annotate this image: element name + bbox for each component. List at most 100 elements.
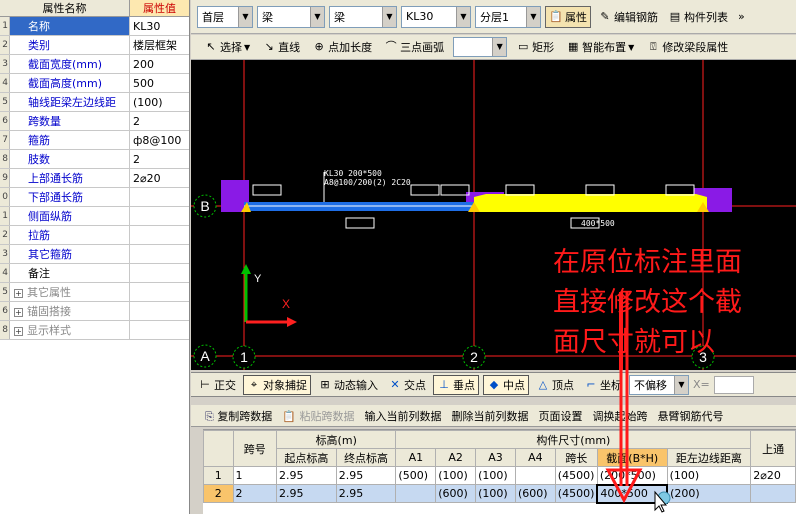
property-value[interactable] (130, 302, 189, 320)
row-number[interactable]: 1 (203, 466, 234, 485)
paste-span-data-button[interactable]: 📋 粘贴跨数据 (282, 408, 354, 424)
component-subtype-select[interactable]: 梁 ▼ (329, 5, 397, 28)
property-value[interactable]: KL30 (130, 17, 189, 35)
annotation-box[interactable] (440, 184, 470, 196)
cantilever-code-button[interactable]: 悬臂钢筋代号 (658, 408, 724, 424)
property-button[interactable]: 📋 属性 (545, 5, 591, 28)
cell-section[interactable]: (200*500) (596, 466, 668, 485)
property-row[interactable]: 3 其它箍筋 (0, 245, 189, 264)
component-list-button[interactable]: ▤ 构件列表 (665, 6, 731, 28)
member-select[interactable]: KL30 ▼ (401, 5, 471, 28)
cell-a2[interactable]: (600) (435, 484, 477, 503)
arc-button[interactable]: ⌒ 三点画弧 (381, 36, 447, 58)
point-length-button[interactable]: ⊕ 点加长度 (309, 36, 375, 58)
cell-a1[interactable] (395, 484, 437, 503)
property-row[interactable]: 1 名称 KL30 (0, 17, 189, 36)
table-row[interactable]: 1 1 2.95 2.95 (500) (100) (100) (4500) (… (203, 466, 796, 485)
cell-start-elev[interactable]: 2.95 (276, 466, 337, 485)
snap-vertex[interactable]: △ 顶点 (533, 375, 577, 395)
layer-select[interactable]: 分层1 ▼ (475, 5, 541, 28)
cell-a1[interactable]: (500) (395, 466, 437, 485)
property-value[interactable] (130, 226, 189, 244)
dynamic-input-toggle[interactable]: ⊞ 动态输入 (315, 375, 381, 395)
floor-select[interactable]: 首层 ▼ (197, 5, 253, 28)
property-row[interactable]: 2 类别 楼层框架 (0, 36, 189, 55)
property-row[interactable]: 5 轴线距梁左边线距 (100) (0, 93, 189, 112)
delete-column-button[interactable]: 删除当前列数据 (452, 408, 529, 424)
property-value[interactable] (130, 321, 189, 339)
toolbar-overflow-button[interactable]: » (735, 6, 748, 28)
property-row[interactable]: 7 箍筋 ф8@100 (0, 131, 189, 150)
property-value[interactable]: 2⌀20 (130, 169, 189, 187)
edit-rebar-button[interactable]: ✎ 编辑钢筋 (595, 6, 661, 28)
property-value[interactable] (130, 245, 189, 263)
cell-span[interactable]: 2 (232, 484, 278, 503)
cell-span-length[interactable]: (4500) (554, 466, 598, 485)
cell-a3[interactable]: (100) (475, 484, 516, 503)
cell-a2[interactable]: (100) (435, 466, 477, 485)
ortho-toggle[interactable]: ⊢ 正交 (195, 375, 239, 395)
property-row[interactable]: 5 + 其它属性 (0, 283, 189, 302)
property-row[interactable]: 4 备注 (0, 264, 189, 283)
cell-left-distance[interactable]: (100) (666, 466, 752, 485)
arc-mode-select[interactable]: ▼ (453, 37, 508, 57)
cell-span-length[interactable]: (4500) (554, 484, 598, 503)
cell-end-elev[interactable]: 2.95 (335, 466, 397, 485)
smart-layout-button[interactable]: ▦ 智能布置 ▼ (563, 36, 637, 58)
cell-start-elev[interactable]: 2.95 (276, 484, 337, 503)
snap-coordinate[interactable]: ⌐ 坐标 (581, 375, 625, 395)
property-value[interactable]: 500 (130, 74, 189, 92)
expand-icon[interactable]: + (14, 326, 23, 336)
property-value[interactable]: 2 (130, 150, 189, 168)
property-row[interactable]: 6 跨数量 2 (0, 112, 189, 131)
cell-section-editing[interactable]: 400*500 (596, 483, 669, 504)
offset-select[interactable]: 不偏移 ▼ (629, 374, 689, 395)
property-value[interactable]: 200 (130, 55, 189, 73)
x-coord-input[interactable] (713, 375, 754, 394)
cell-span[interactable]: 1 (232, 466, 278, 485)
property-value[interactable] (130, 283, 189, 301)
cell-left-distance[interactable]: (200) (666, 484, 752, 503)
expand-icon[interactable]: + (14, 288, 23, 298)
table-row[interactable]: 2 2 2.95 2.95 (600) (100) (600) (4500) 4… (203, 483, 796, 504)
annotation-box[interactable] (345, 217, 375, 229)
expand-icon[interactable]: + (14, 307, 23, 317)
property-value[interactable]: ф8@100 (130, 131, 189, 149)
property-row[interactable]: 8 + 显示样式 (0, 321, 189, 340)
snap-midpoint[interactable]: ◆ 中点 (483, 374, 529, 395)
beam-span-2[interactable] (474, 194, 707, 212)
copy-span-data-button[interactable]: ⎘ 复制跨数据 (205, 408, 272, 424)
property-value[interactable]: (100) (130, 93, 189, 111)
page-setup-button[interactable]: 页面设置 (539, 408, 583, 424)
property-value[interactable] (130, 264, 189, 282)
cell-a3[interactable]: (100) (475, 466, 516, 485)
property-row[interactable]: 3 截面宽度(mm) 200 (0, 55, 189, 74)
property-row[interactable]: 8 肢数 2 (0, 150, 189, 169)
cell-a4[interactable]: (600) (514, 484, 556, 503)
drawing-canvas[interactable]: B A 1 2 3 KL30 200*500 A8@100/200(2) 2C2… (191, 60, 796, 370)
property-row[interactable]: 2 拉筋 (0, 226, 189, 245)
property-row[interactable]: 6 + 锚固搭接 (0, 302, 189, 321)
annotation-box[interactable] (585, 184, 615, 196)
annotation-box[interactable] (505, 184, 535, 196)
input-column-button[interactable]: 输入当前列数据 (365, 408, 442, 424)
annotation-box[interactable] (252, 184, 282, 196)
cell-top-rebar[interactable] (750, 484, 796, 503)
cell-top-rebar[interactable]: 2⌀20 (750, 466, 796, 485)
cell-a4[interactable] (514, 466, 556, 485)
rect-button[interactable]: ▭ 矩形 (513, 36, 557, 58)
property-value[interactable] (130, 188, 189, 206)
property-value[interactable] (130, 207, 189, 225)
component-type-select[interactable]: 梁 ▼ (257, 5, 325, 28)
snap-perpendicular[interactable]: ⊥ 垂点 (433, 374, 479, 395)
property-value[interactable]: 2 (130, 112, 189, 130)
property-value[interactable]: 楼层框架 (130, 36, 189, 54)
row-number[interactable]: 2 (203, 484, 234, 503)
swap-start-span-button[interactable]: 调换起始跨 (593, 408, 648, 424)
annotation-box[interactable] (410, 184, 440, 196)
select-button[interactable]: ↖ 选择 ▼ (201, 36, 253, 58)
annotation-box[interactable] (665, 184, 695, 196)
property-row[interactable]: 9 上部通长筋 2⌀20 (0, 169, 189, 188)
snap-intersection[interactable]: ✕ 交点 (385, 375, 429, 395)
modify-span-property-button[interactable]: ⍔ 修改梁段属性 (643, 36, 731, 58)
